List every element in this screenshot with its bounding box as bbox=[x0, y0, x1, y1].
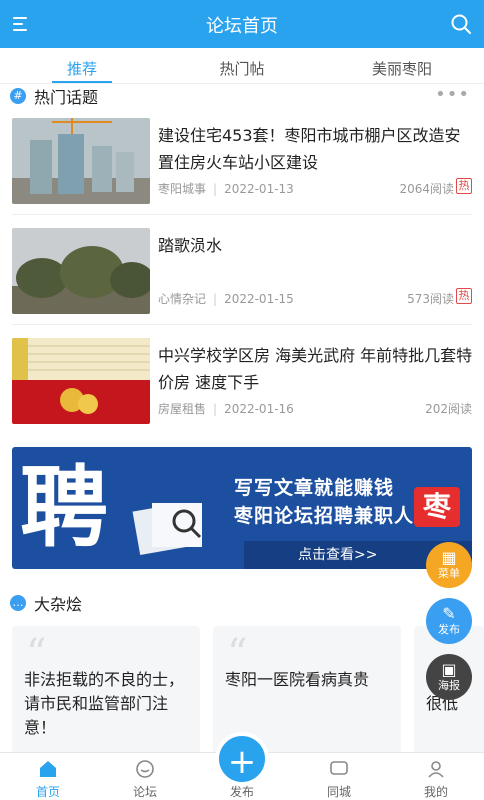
tab-bar: 推荐 热门帖 美丽枣阳 bbox=[0, 48, 484, 84]
hot-topics-header: # 热门话题 bbox=[10, 85, 98, 107]
misc-card-text: 枣阳一医院看病真贵 bbox=[225, 670, 370, 689]
list-item[interactable]: 建设住宅453套！枣阳市城市棚户区改造安置住房火车站小区建设 枣阳城事 | 2022… bbox=[12, 118, 472, 213]
news-date: 2022-01-16 bbox=[224, 402, 294, 416]
publish-fab[interactable]: ✎ 发布 bbox=[426, 598, 472, 644]
recruit-banner[interactable]: 聘 写写文章就能赚钱 枣阳论坛招聘兼职人员 枣 点击查看>> bbox=[12, 447, 472, 569]
news-category: 房屋租售 bbox=[158, 402, 207, 416]
news-title: 建设住宅453套！枣阳市城市棚户区改造安置住房火车站小区建设 bbox=[158, 126, 461, 172]
nav-home[interactable]: 首页 bbox=[0, 753, 96, 800]
home-icon bbox=[0, 759, 96, 783]
hot-topics-title: 热门话题 bbox=[34, 88, 99, 107]
banner-big-char: 聘 bbox=[20, 456, 109, 559]
user-icon bbox=[388, 759, 484, 783]
news-date: 2022-01-15 bbox=[224, 292, 294, 306]
documents-icon bbox=[132, 502, 202, 556]
more-icon[interactable]: ••• bbox=[435, 84, 470, 105]
divider bbox=[12, 324, 472, 325]
news-title: 中兴学校学区房 海美光武府 年前特批几套特价房 速度下手 bbox=[158, 346, 473, 392]
misc-card[interactable]: “ 非法拒载的不良的士，请市民和监管部门注意！ bbox=[12, 626, 200, 756]
nav-forum[interactable]: 论坛 bbox=[97, 753, 193, 800]
view-count: 573阅读 bbox=[407, 292, 454, 306]
message-icon bbox=[291, 759, 387, 783]
zaoyang-logo: 枣 bbox=[414, 487, 460, 527]
misc-header: … 大杂烩 bbox=[10, 592, 82, 614]
tab-hot-posts[interactable]: 热门帖 bbox=[172, 58, 312, 79]
news-date: 2022-01-13 bbox=[224, 182, 294, 196]
misc-title: 大杂烩 bbox=[34, 595, 83, 614]
search-icon[interactable] bbox=[450, 13, 472, 35]
tab-recommend[interactable]: 推荐 bbox=[12, 58, 152, 79]
nav-mine[interactable]: 我的 bbox=[388, 753, 484, 800]
tab-beautiful-zaoyang[interactable]: 美丽枣阳 bbox=[332, 58, 472, 79]
page-title: 论坛首页 bbox=[206, 16, 278, 37]
thumbnail-price-table bbox=[12, 338, 150, 424]
news-title: 踏歌涢水 bbox=[158, 236, 223, 255]
nav-local[interactable]: 同城 bbox=[291, 753, 387, 800]
thumbnail-buildings bbox=[12, 118, 150, 204]
view-count: 2064阅读 bbox=[399, 182, 454, 196]
news-category: 枣阳城事 bbox=[158, 182, 207, 196]
grid-icon: ▦ bbox=[441, 548, 457, 567]
poster-fab[interactable]: ▣ 海报 bbox=[426, 654, 472, 700]
chat-bubble-icon: … bbox=[10, 595, 26, 611]
chat-icon bbox=[97, 759, 193, 783]
news-category: 心情杂记 bbox=[158, 292, 207, 306]
banner-line2: 枣阳论坛招聘兼职人员 bbox=[234, 505, 435, 527]
view-count: 202阅读 bbox=[425, 402, 472, 416]
thumbnail-trees bbox=[12, 228, 150, 314]
list-item[interactable]: 踏歌涢水 心情杂记 | 2022-01-15 573阅读 热 bbox=[12, 228, 472, 323]
publish-button[interactable]: + bbox=[215, 732, 269, 786]
qrcode-icon: ▣ bbox=[441, 660, 457, 679]
hot-badge: 热 bbox=[456, 178, 472, 194]
misc-card-text: 非法拒载的不良的士，请市民和监管部门注意！ bbox=[24, 670, 185, 737]
tab-indicator bbox=[52, 81, 112, 83]
menu-fab[interactable]: ▦ 菜单 bbox=[426, 542, 472, 588]
hashtag-icon: # bbox=[10, 88, 26, 104]
hot-badge: 热 bbox=[456, 288, 472, 304]
banner-line1: 写写文章就能赚钱 bbox=[234, 477, 395, 499]
edit-icon: ✎ bbox=[442, 604, 456, 623]
list-item[interactable]: 中兴学校学区房 海美光武府 年前特批几套特价房 速度下手 房屋租售 | 2022-0… bbox=[12, 338, 472, 433]
divider bbox=[12, 214, 472, 215]
top-bar: 论坛首页 bbox=[0, 0, 484, 48]
